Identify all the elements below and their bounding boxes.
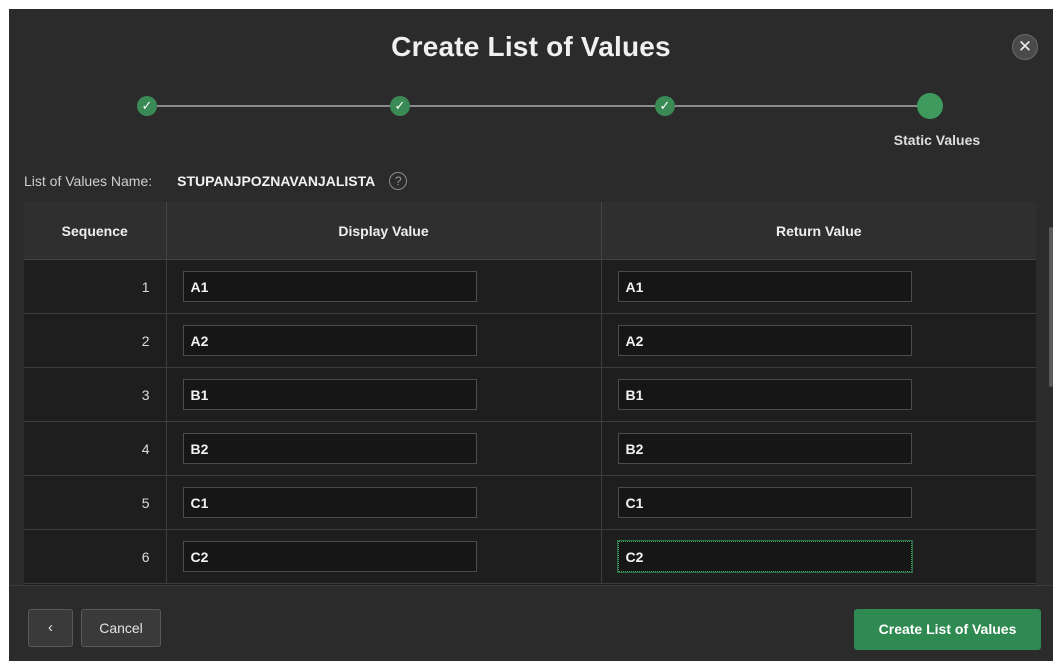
display-value-input[interactable]: [182, 487, 477, 518]
vertical-scrollbar[interactable]: [1049, 227, 1053, 387]
wizard-step-2-check-icon: ✓: [390, 96, 410, 116]
dialog-footer: ‹ Cancel Create List of Values: [9, 585, 1053, 661]
column-header-return-value[interactable]: Return Value: [601, 202, 1036, 260]
create-list-of-values-button[interactable]: Create List of Values: [854, 609, 1041, 650]
sequence-cell: 1: [24, 259, 167, 314]
table-row: 3: [24, 367, 1036, 422]
lov-name-label: List of Values Name:: [24, 173, 153, 189]
table-row: 1: [24, 259, 1036, 314]
sequence-cell: 5: [24, 475, 167, 530]
chevron-left-icon: ‹: [48, 619, 53, 636]
sequence-cell: 2: [24, 313, 167, 368]
back-button[interactable]: ‹: [28, 609, 73, 647]
column-header-sequence[interactable]: Sequence: [24, 202, 167, 260]
wizard-step-3-check-icon: ✓: [655, 96, 675, 116]
wizard-track: [139, 105, 929, 107]
table-header-row: Sequence Display Value Return Value: [24, 202, 1036, 260]
help-icon[interactable]: ?: [389, 172, 408, 190]
sequence-cell: 4: [24, 421, 167, 476]
return-value-input[interactable]: [617, 433, 912, 464]
return-value-input-focused[interactable]: [617, 541, 912, 572]
values-table: Sequence Display Value Return Value 1 2: [24, 202, 1036, 584]
return-value-input[interactable]: [617, 487, 912, 518]
table-row: 6: [24, 529, 1036, 584]
return-value-input[interactable]: [617, 271, 912, 302]
table-row: 5: [24, 475, 1036, 530]
create-lov-dialog: Create List of Values ✕ ✓ ✓ ✓ Static Val…: [9, 9, 1053, 661]
wizard-progress: ✓ ✓ ✓ Static Values: [9, 9, 1053, 159]
wizard-step-1-check-icon: ✓: [137, 96, 157, 116]
wizard-step-label: Static Values: [893, 132, 981, 148]
display-value-input[interactable]: [182, 379, 477, 410]
table-row: 4: [24, 421, 1036, 476]
display-value-input[interactable]: [182, 271, 477, 302]
display-value-input[interactable]: [182, 433, 477, 464]
return-value-input[interactable]: [617, 325, 912, 356]
static-values-grid: Sequence Display Value Return Value 1 2: [24, 202, 1036, 589]
lov-name-row: List of Values Name: STUPANJPOZNAVANJALI…: [24, 170, 408, 192]
lov-name-value: STUPANJPOZNAVANJALISTA: [177, 173, 376, 189]
display-value-input[interactable]: [182, 541, 477, 572]
display-value-input[interactable]: [182, 325, 477, 356]
cancel-button[interactable]: Cancel: [81, 609, 161, 647]
column-header-display-value[interactable]: Display Value: [166, 202, 602, 260]
table-row: 2: [24, 313, 1036, 368]
wizard-step-current: [917, 93, 943, 119]
sequence-cell: 3: [24, 367, 167, 422]
sequence-cell: 6: [24, 529, 167, 584]
return-value-input[interactable]: [617, 379, 912, 410]
